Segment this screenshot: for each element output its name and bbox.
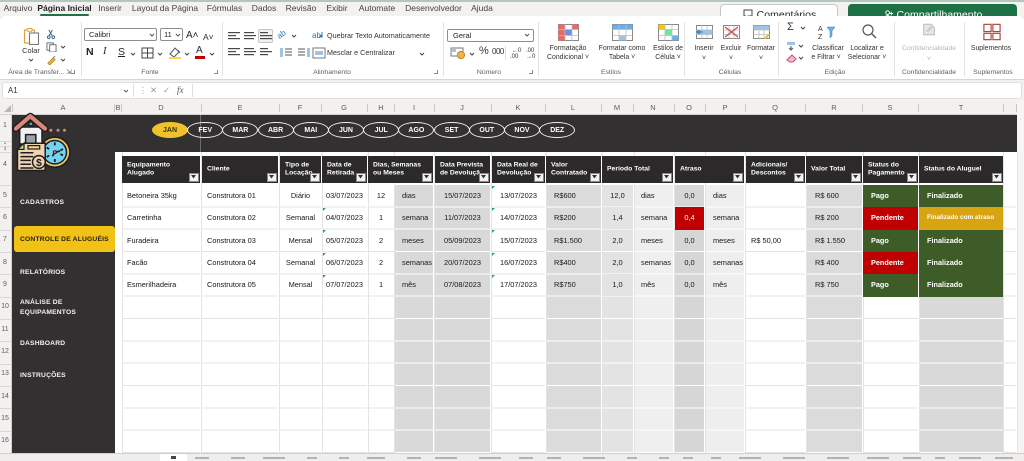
svg-text:.00: .00 [510, 54, 519, 59]
svg-text:A: A [818, 26, 823, 33]
svg-text:Z: Z [818, 34, 823, 39]
svg-text:$: $ [36, 157, 42, 169]
svg-text:→0: →0 [526, 54, 536, 59]
